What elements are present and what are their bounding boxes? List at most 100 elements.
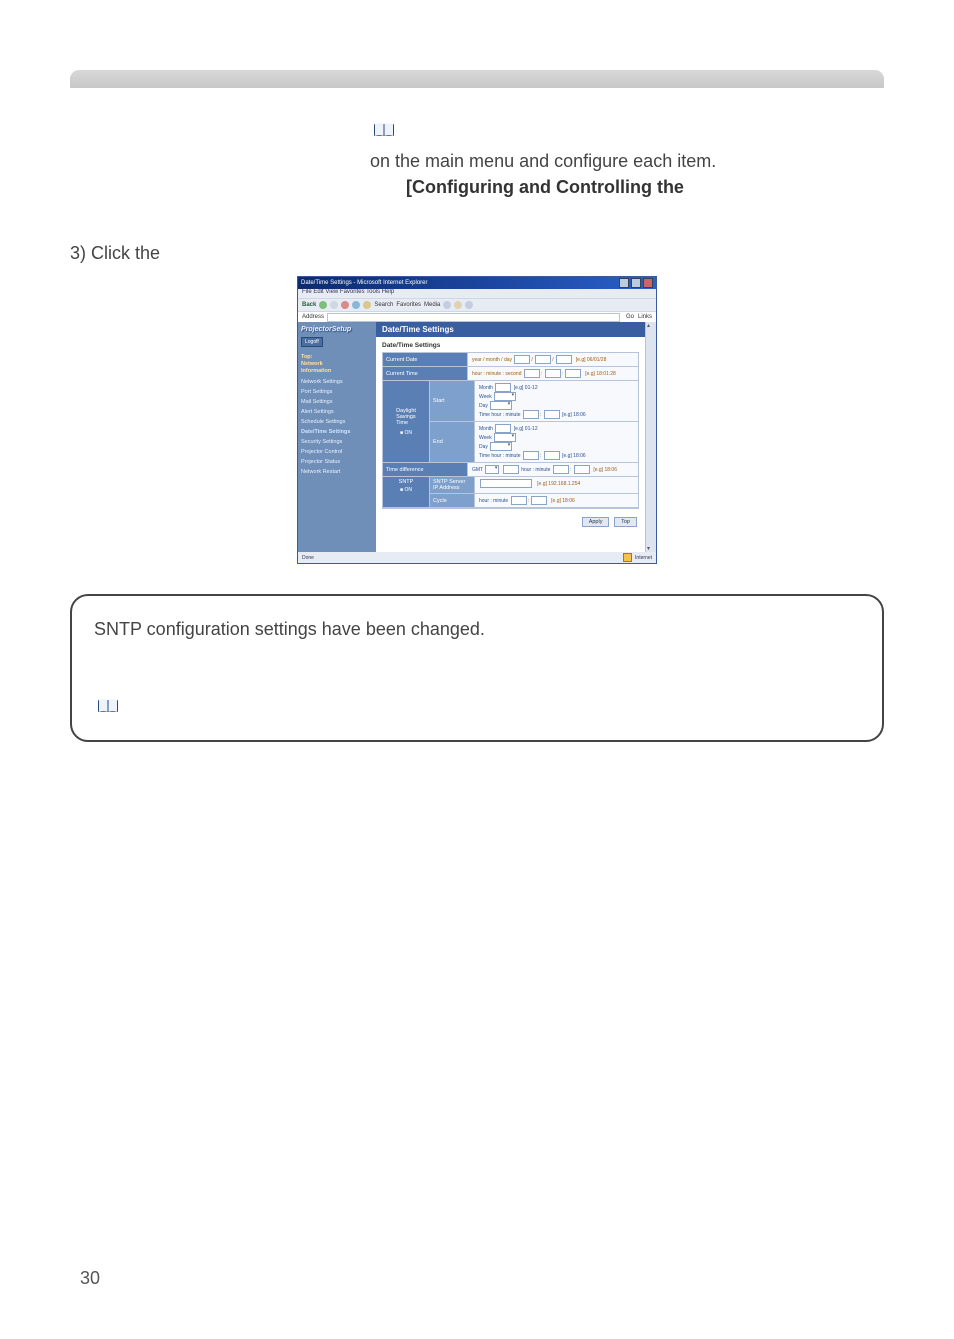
cycle-hour-input[interactable] [511, 496, 527, 505]
dst-start-month-input[interactable] [495, 383, 511, 392]
row-time-diff: Time difference GMT hour : minute : [e.g… [383, 463, 638, 477]
current-time-text: hour : minute : second [472, 371, 521, 377]
close-icon[interactable] [643, 278, 653, 288]
label-dst-end: End [430, 422, 475, 463]
favorites-label[interactable]: Favorites [396, 302, 421, 308]
second-input[interactable] [565, 369, 581, 378]
dst-start-week-select[interactable] [494, 392, 516, 401]
address-bar: Address Go Links [298, 311, 656, 322]
note-line-1: SNTP configuration settings have been ch… [94, 616, 860, 642]
main-subtitle: Date/Time Settings [376, 337, 645, 352]
go-button[interactable]: Go [626, 314, 634, 320]
sidebar-item-alert-settings[interactable]: Alert Settings [301, 409, 373, 415]
body-text-3-bold: [Configuring and Controlling the [406, 177, 684, 197]
sidebar-item-projector-control[interactable]: Projector Control [301, 449, 373, 455]
history-icon[interactable] [443, 301, 451, 309]
book-icon [98, 698, 118, 714]
stop-icon[interactable] [341, 301, 349, 309]
cycle-eg: [e.g] 18:06 [551, 498, 575, 504]
forward-icon[interactable] [330, 301, 338, 309]
dst-end-day-select[interactable] [490, 442, 512, 451]
form-buttons: Apply Top [376, 513, 645, 531]
dst-on-checkbox[interactable]: ■ ON [400, 430, 412, 436]
sidebar-group-label: Top: Network Information [301, 354, 373, 375]
dst-start-time-eg: [e.g] 18:06 [562, 412, 586, 418]
gmt-label: GMT [472, 467, 483, 473]
page-body: ProjectorSetup Logoff Top: Network Infor… [298, 322, 656, 552]
dst-start-min-input[interactable] [544, 410, 560, 419]
label-sntp: SNTP ■ ON [383, 477, 430, 508]
sidebar-item-projector-status[interactable]: Projector Status [301, 459, 373, 465]
dst-end-month-label: Month [479, 426, 493, 432]
back-button[interactable]: Back [302, 302, 316, 308]
body-sntp-cycle: hour : minute : [e.g] 18:06 [475, 494, 638, 508]
dst-end-time-eg: [e.g] 18:06 [562, 453, 586, 459]
cycle-text: hour : minute [479, 498, 508, 504]
media-label[interactable]: Media [424, 302, 440, 308]
settings-table: Current Date year / month / day / / [e.g… [382, 352, 639, 509]
sidebar-item-mail-settings[interactable]: Mail Settings [301, 399, 373, 405]
gmt-min-input[interactable] [574, 465, 590, 474]
dst-end-hour-input[interactable] [523, 451, 539, 460]
links-label[interactable]: Links [638, 314, 652, 320]
refresh-icon[interactable] [352, 301, 360, 309]
status-bar: Done Internet [298, 552, 656, 563]
hour-input[interactable] [524, 369, 540, 378]
sidebar-item-network-settings[interactable]: Network Settings [301, 379, 373, 385]
back-icon[interactable] [319, 301, 327, 309]
sidebar-item-security-settings[interactable]: Security Settings [301, 439, 373, 445]
label-time-diff: Time difference [383, 463, 468, 477]
paragraph-2: 3) Click the [70, 240, 884, 266]
gmt-hour-input[interactable] [503, 465, 519, 474]
vertical-scrollbar[interactable] [645, 322, 656, 552]
logoff-button[interactable]: Logoff [301, 337, 323, 347]
gmt-sign-select[interactable] [485, 465, 499, 474]
dst-start-day-select[interactable] [490, 401, 512, 410]
print-icon[interactable] [465, 301, 473, 309]
search-label[interactable]: Search [374, 302, 393, 308]
sidebar-item-network-restart[interactable]: Network Restart [301, 469, 373, 475]
maximize-icon[interactable] [631, 278, 641, 288]
window-menubar[interactable]: File Edit View Favorites Tools Help [298, 289, 656, 298]
apply-button[interactable]: Apply [582, 517, 610, 527]
gmt-hour2-input[interactable] [553, 465, 569, 474]
row-dst: Daylight Savings Time ■ ON Start Month [383, 381, 638, 463]
dst-end-day-label: Day [479, 444, 488, 450]
sntp-on-checkbox[interactable]: ■ ON [400, 487, 412, 493]
sidebar-item-schedule-settings[interactable]: Schedule Settings [301, 419, 373, 425]
embedded-screenshot: Date/Time Settings - Microsoft Internet … [297, 276, 657, 564]
dst-start-hour-input[interactable] [523, 410, 539, 419]
sidebar-item-port-settings[interactable]: Port Settings [301, 389, 373, 395]
body-time-diff: GMT hour : minute : [e.g] 18:06 [468, 463, 638, 477]
home-icon[interactable] [363, 301, 371, 309]
dst-start-day-label: Day [479, 403, 488, 409]
dst-end-month-input[interactable] [495, 424, 511, 433]
cycle-min-input[interactable] [531, 496, 547, 505]
year-input[interactable] [514, 355, 530, 364]
body-current-time: hour : minute : second : : [e.g] 18:01:2… [468, 367, 638, 381]
address-input[interactable] [327, 313, 620, 322]
dst-end-min-input[interactable] [544, 451, 560, 460]
status-right: Internet [635, 555, 652, 561]
sntp-ip-input[interactable] [480, 479, 532, 488]
minute-input[interactable] [545, 369, 561, 378]
dst-start-month-eg: [e.g] 01-12 [514, 385, 538, 391]
dst-label-text: Daylight Savings Time [396, 408, 416, 426]
row-sntp: SNTP ■ ON SNTP Server IP Address [e.g] 1… [383, 477, 638, 508]
mail-icon[interactable] [454, 301, 462, 309]
minimize-icon[interactable] [619, 278, 629, 288]
day-input[interactable] [556, 355, 572, 364]
label-current-time: Current Time [383, 367, 468, 381]
zone-icon [623, 553, 632, 562]
page-number: 30 [80, 1268, 100, 1289]
top-button[interactable]: Top [614, 517, 637, 527]
sidebar-item-date-time-settings[interactable]: Date/Time Settings [301, 429, 373, 435]
ie-window: Date/Time Settings - Microsoft Internet … [297, 276, 657, 564]
row-current-time: Current Time hour : minute : second : : … [383, 367, 638, 381]
body-line-3: [Configuring and Controlling the [70, 174, 884, 200]
line-with-book-icon [70, 116, 884, 142]
main-panel: Date/Time Settings Date/Time Settings Cu… [376, 322, 645, 552]
month-input[interactable] [535, 355, 551, 364]
body-text-2: on the main menu and configure each item… [370, 151, 716, 171]
dst-end-week-select[interactable] [494, 433, 516, 442]
